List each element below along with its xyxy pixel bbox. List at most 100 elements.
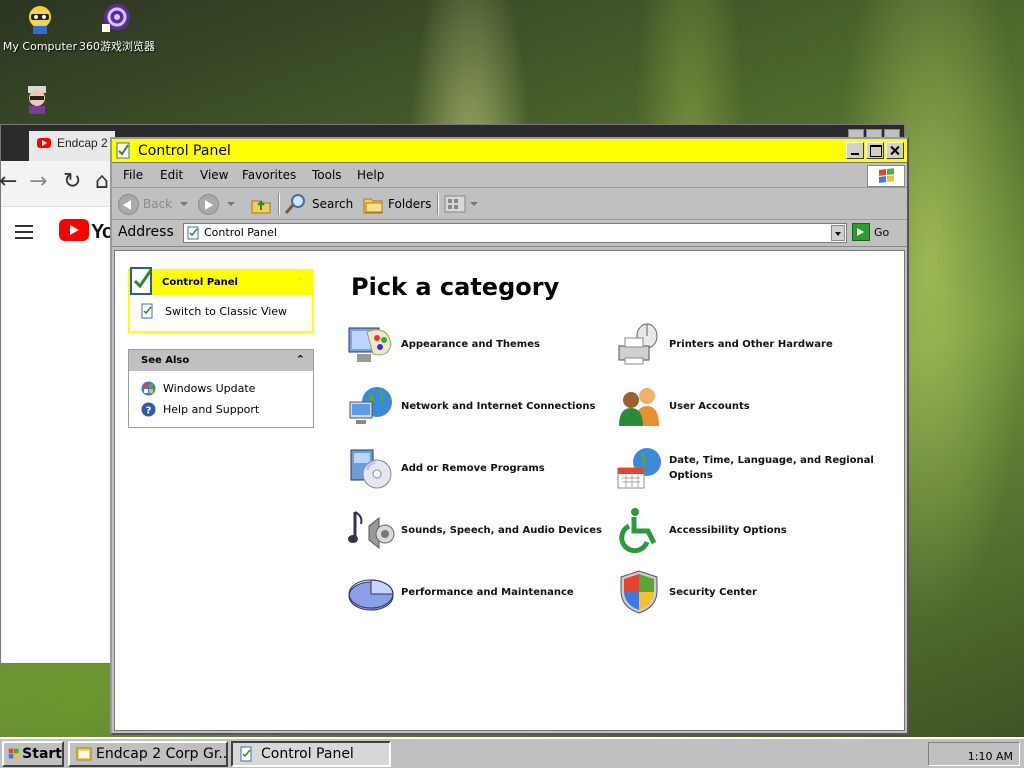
address-bar: Address Control Panel Go <box>112 220 907 247</box>
search-button[interactable]: Search <box>284 192 353 216</box>
control-panel-small-icon <box>187 226 199 240</box>
standard-toolbar: Back Search Folders <box>112 188 907 220</box>
menu-edit[interactable]: Edit <box>160 168 183 182</box>
category-network[interactable]: Network and Internet Connections <box>347 382 595 430</box>
category-security-center[interactable]: Security Center <box>615 568 757 616</box>
windows-logo <box>867 165 905 187</box>
category-appearance-themes[interactable]: Appearance and Themes <box>347 320 540 368</box>
accessibility-icon <box>619 508 657 554</box>
browser-reload-icon[interactable]: ↻ <box>63 169 81 194</box>
hamburger-menu-icon[interactable] <box>15 225 33 243</box>
desktop-icon-360-browser[interactable]: 360游戏浏览器 <box>77 2 157 54</box>
forward-button[interactable] <box>198 192 235 216</box>
address-value: Control Panel <box>204 226 277 239</box>
category-printers-hardware[interactable]: Printers and Other Hardware <box>615 320 833 368</box>
toolbar-separator <box>278 193 280 215</box>
browser-task-icon <box>76 747 92 761</box>
close-button[interactable] <box>886 142 904 159</box>
control-panel-title-icon <box>116 142 130 159</box>
help-and-support-link[interactable]: Help and Support <box>163 403 259 416</box>
menu-help[interactable]: Help <box>357 168 384 182</box>
menu-view[interactable]: View <box>200 168 228 182</box>
windows-update-icon <box>141 381 156 396</box>
category-sounds[interactable]: Sounds, Speech, and Audio Devices <box>347 506 602 554</box>
collapse-chevron-icon[interactable]: ⌃ <box>296 277 304 287</box>
address-dropdown-button[interactable] <box>831 225 845 241</box>
minimize-button[interactable] <box>846 142 864 159</box>
menu-favorites[interactable]: Favorites <box>242 168 296 182</box>
toolbar-separator <box>437 193 439 215</box>
desktop-icon-label: 360游戏浏览器 <box>79 40 155 53</box>
address-input[interactable]: Control Panel <box>183 223 847 243</box>
category-user-accounts[interactable]: User Accounts <box>615 382 750 430</box>
content-area: Control Panel ⌃ Switch to Classic View S… <box>114 250 905 731</box>
taskbar-button-control-panel[interactable]: Control Panel <box>231 741 391 767</box>
back-arrow-icon <box>118 193 139 215</box>
menu-file[interactable]: File <box>123 168 143 182</box>
switch-view-icon <box>141 303 153 319</box>
go-arrow-icon <box>852 223 870 241</box>
category-add-remove-programs[interactable]: Add or Remove Programs <box>347 444 545 492</box>
collapse-chevron-icon[interactable]: ⌃ <box>296 353 305 366</box>
category-label: Add or Remove Programs <box>401 462 545 474</box>
desktop-icon-my-computer[interactable]: My Computer <box>0 4 80 53</box>
svg-text:?: ? <box>146 406 152 417</box>
browser-forward-icon[interactable]: → <box>29 169 47 194</box>
windows-flag-icon <box>8 748 19 759</box>
desktop-icon-character[interactable] <box>0 84 77 120</box>
category-label: Performance and Maintenance <box>401 586 574 598</box>
browser-tab[interactable]: Endcap 2 <box>29 131 115 161</box>
category-label: Security Center <box>669 586 757 598</box>
windows-update-link[interactable]: Windows Update <box>163 382 255 395</box>
views-dropdown-icon[interactable] <box>470 202 478 206</box>
start-label: Start <box>22 746 62 762</box>
control-panel-pane-body: Switch to Classic View <box>130 295 312 331</box>
desktop-icon-label: My Computer <box>2 40 78 53</box>
browser-back-icon[interactable]: ← <box>0 169 17 194</box>
control-panel-pane: Control Panel ⌃ Switch to Classic View <box>128 267 314 333</box>
up-folder-button[interactable] <box>250 192 272 216</box>
views-button[interactable] <box>444 192 478 216</box>
back-dropdown-icon[interactable] <box>180 202 189 206</box>
menu-bar: File Edit View Favorites Tools Help <box>112 163 907 188</box>
network-icon <box>349 387 392 424</box>
control-panel-pane-header[interactable]: Control Panel ⌃ <box>130 267 312 295</box>
browser-home-icon[interactable]: ⌂ <box>95 169 109 194</box>
taskbar-button-endcap[interactable]: Endcap 2 Corp Gr... <box>68 741 228 767</box>
menu-tools[interactable]: Tools <box>312 168 342 182</box>
category-date-time[interactable]: Date, Time, Language, and Regional Optio… <box>615 444 904 492</box>
taskbar: Start Endcap 2 Corp Gr... Control Panel … <box>0 737 1024 768</box>
category-label: User Accounts <box>669 400 750 412</box>
window-controls <box>846 142 904 159</box>
control-panel-window[interactable]: Control Panel File Edit View Favorites T… <box>110 137 909 735</box>
clock[interactable]: 1:10 AM <box>968 750 1013 763</box>
forward-arrow-icon <box>198 193 219 215</box>
maximize-button[interactable] <box>866 142 884 159</box>
back-button[interactable]: Back <box>118 192 189 216</box>
back-label: Back <box>143 197 173 211</box>
system-tray: 1:10 AM <box>928 742 1020 766</box>
category-label: Date, Time, Language, and Regional Optio… <box>669 455 874 481</box>
user-accounts-icon <box>619 388 659 426</box>
forward-dropdown-icon[interactable] <box>227 202 235 206</box>
switch-to-classic-view-link[interactable]: Switch to Classic View <box>165 305 287 318</box>
start-button[interactable]: Start <box>2 741 64 767</box>
category-performance[interactable]: Performance and Maintenance <box>347 568 574 616</box>
folders-button[interactable]: Folders <box>362 192 431 216</box>
sounds-icon <box>348 511 395 550</box>
category-accessibility[interactable]: Accessibility Options <box>615 506 787 554</box>
category-label: Network and Internet Connections <box>401 400 596 412</box>
go-label: Go <box>874 225 890 239</box>
360-browser-icon <box>102 4 130 32</box>
see-also-pane-header[interactable]: See Also ⌃ <box>129 350 313 371</box>
taskbar-button-label: Control Panel <box>261 746 354 762</box>
taskbar-button-label: Endcap 2 Corp Gr... <box>96 746 228 762</box>
youtube-logo-icon[interactable] <box>59 219 89 241</box>
address-label: Address <box>118 224 174 240</box>
go-button[interactable]: Go <box>852 223 889 241</box>
see-also-pane-body: Windows Update ? Help and Support <box>129 371 313 427</box>
title-bar[interactable]: Control Panel <box>112 139 907 163</box>
category-label: Sounds, Speech, and Audio Devices <box>401 524 602 536</box>
see-also-title: See Also <box>141 355 190 366</box>
category-label: Appearance and Themes <box>401 338 540 350</box>
